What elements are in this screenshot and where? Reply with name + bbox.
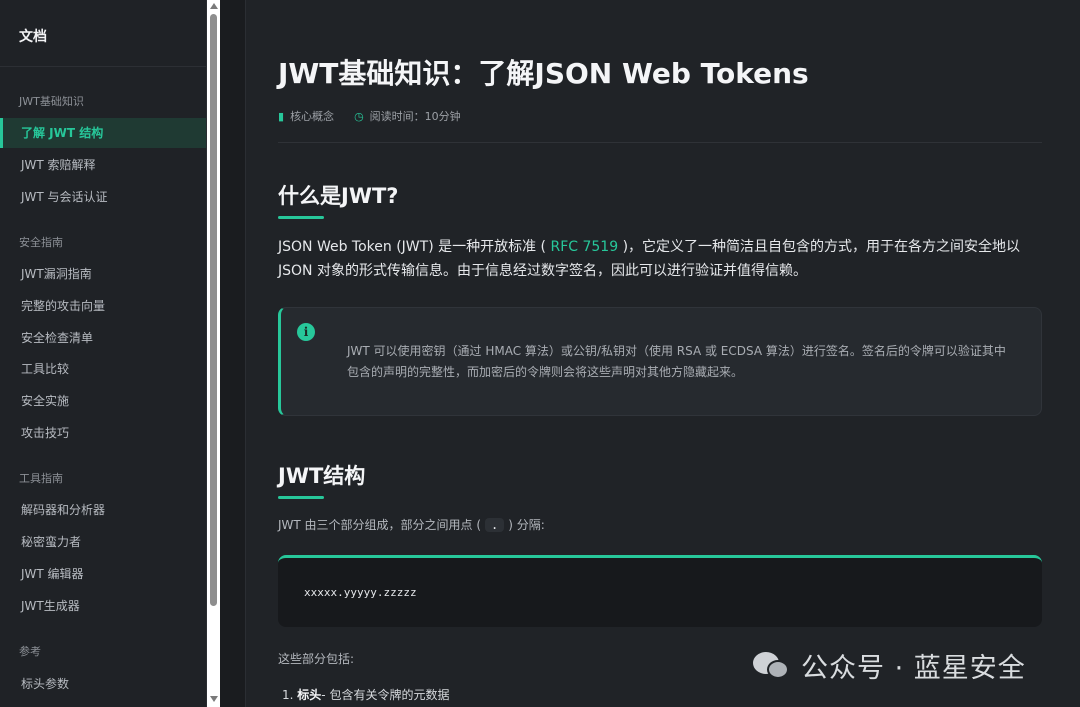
structure-intro-text-end: ) 分隔:: [508, 518, 545, 532]
watermark-text: 公众号 · 蓝星安全: [801, 652, 1026, 684]
sidebar-item-jwt-claims[interactable]: JWT 索赔解释: [0, 150, 206, 180]
inline-code-dot: .: [485, 518, 505, 532]
sidebar-item-jwt-editor[interactable]: JWT 编辑器: [0, 559, 206, 589]
sidebar-section-title: JWT基础知识: [19, 95, 84, 108]
sidebar-item-tool-comparison[interactable]: 工具比较: [0, 354, 206, 384]
section-heading-what-is-jwt: 什么是JWT?: [278, 184, 399, 208]
list-item: 1. 标头- 包含有关令牌的元数据: [282, 686, 449, 703]
main-content: JWT基础知识：了解JSON Web Tokens ▮ 核心概念 ◷ 阅读时间：…: [245, 0, 1080, 707]
list-number: 1.: [282, 688, 294, 702]
sidebar-item-jwt-vs-session[interactable]: JWT 与会话认证: [0, 182, 206, 212]
scroll-up-arrow-icon[interactable]: [210, 3, 218, 9]
scroll-down-arrow-icon[interactable]: [210, 696, 218, 702]
sidebar-item-jwt-structure[interactable]: 了解 JWT 结构: [0, 118, 206, 148]
clock-icon: ◷: [354, 109, 364, 123]
callout-text: JWT 可以使用密钥（通过 HMAC 算法）或公钥/私钥对（使用 RSA 或 E…: [347, 344, 1006, 379]
page-title: JWT基础知识：了解JSON Web Tokens: [278, 57, 809, 90]
rfc-link[interactable]: RFC 7519: [546, 239, 623, 255]
info-icon: i: [297, 323, 315, 341]
structure-intro-text: JWT 由三个部分组成，部分之间用点 (: [278, 518, 482, 532]
sidebar-item-attack-vectors[interactable]: 完整的攻击向量: [0, 291, 206, 321]
code-block: xxxxx.yyyyy.zzzzz: [278, 555, 1042, 627]
sidebar-header: 文档: [0, 0, 206, 67]
sidebar-item-header-params[interactable]: 标头参数: [0, 669, 206, 699]
sidebar-item-decoder[interactable]: 解码器和分析器: [0, 495, 206, 525]
sidebar-section-title: 参考: [19, 645, 41, 658]
section-heading-jwt-structure: JWT结构: [278, 464, 366, 488]
reading-time: 阅读时间：10分钟: [369, 110, 461, 123]
divider: [278, 142, 1042, 143]
code-text: xxxxx.yyyyy.zzzzz: [304, 586, 417, 599]
wechat-icon: [753, 649, 791, 681]
parts-intro: 这些部分包括:: [278, 652, 355, 666]
info-callout: i JWT 可以使用密钥（通过 HMAC 算法）或公钥/私钥对（使用 RSA 或…: [278, 307, 1042, 416]
list-desc: - 包含有关令牌的元数据: [321, 688, 450, 702]
book-icon: ▮: [278, 109, 285, 123]
sidebar-item-secret-bruteforcer[interactable]: 秘密蛮力者: [0, 527, 206, 557]
category-label: 核心概念: [290, 110, 335, 123]
intro-text: JSON Web Token (JWT) 是一种开放标准 (: [278, 239, 547, 255]
sidebar-item-jwt-generator[interactable]: JWT生成器: [0, 591, 206, 621]
structure-intro: JWT 由三个部分组成，部分之间用点 (.) 分隔:: [278, 516, 545, 533]
scrollbar-thumb[interactable]: [210, 14, 217, 606]
sidebar-item-security-checklist[interactable]: 安全检查清单: [0, 323, 206, 353]
sidebar-item-vulnerability-guide[interactable]: JWT漏洞指南: [0, 259, 206, 289]
heading-underline: [278, 496, 324, 499]
intro-paragraph: JSON Web Token (JWT) 是一种开放标准 ( RFC 7519 …: [278, 235, 1048, 283]
watermark: 公众号 · 蓝星安全: [753, 645, 1026, 685]
article-meta: ▮ 核心概念 ◷ 阅读时间：10分钟: [278, 108, 481, 124]
gutter: [220, 0, 245, 707]
sidebar: 文档 JWT基础知识 了解 JWT 结构 JWT 索赔解释 JWT 与会话认证 …: [0, 0, 207, 707]
sidebar-section-title: 工具指南: [19, 472, 63, 485]
sidebar-scrollbar[interactable]: [207, 0, 220, 707]
sidebar-item-secure-implementation[interactable]: 安全实施: [0, 386, 206, 416]
list-term: 标头: [297, 688, 322, 702]
heading-underline: [278, 216, 324, 219]
sidebar-item-attack-techniques[interactable]: 攻击技巧: [0, 418, 206, 448]
sidebar-section-title: 安全指南: [19, 236, 63, 249]
